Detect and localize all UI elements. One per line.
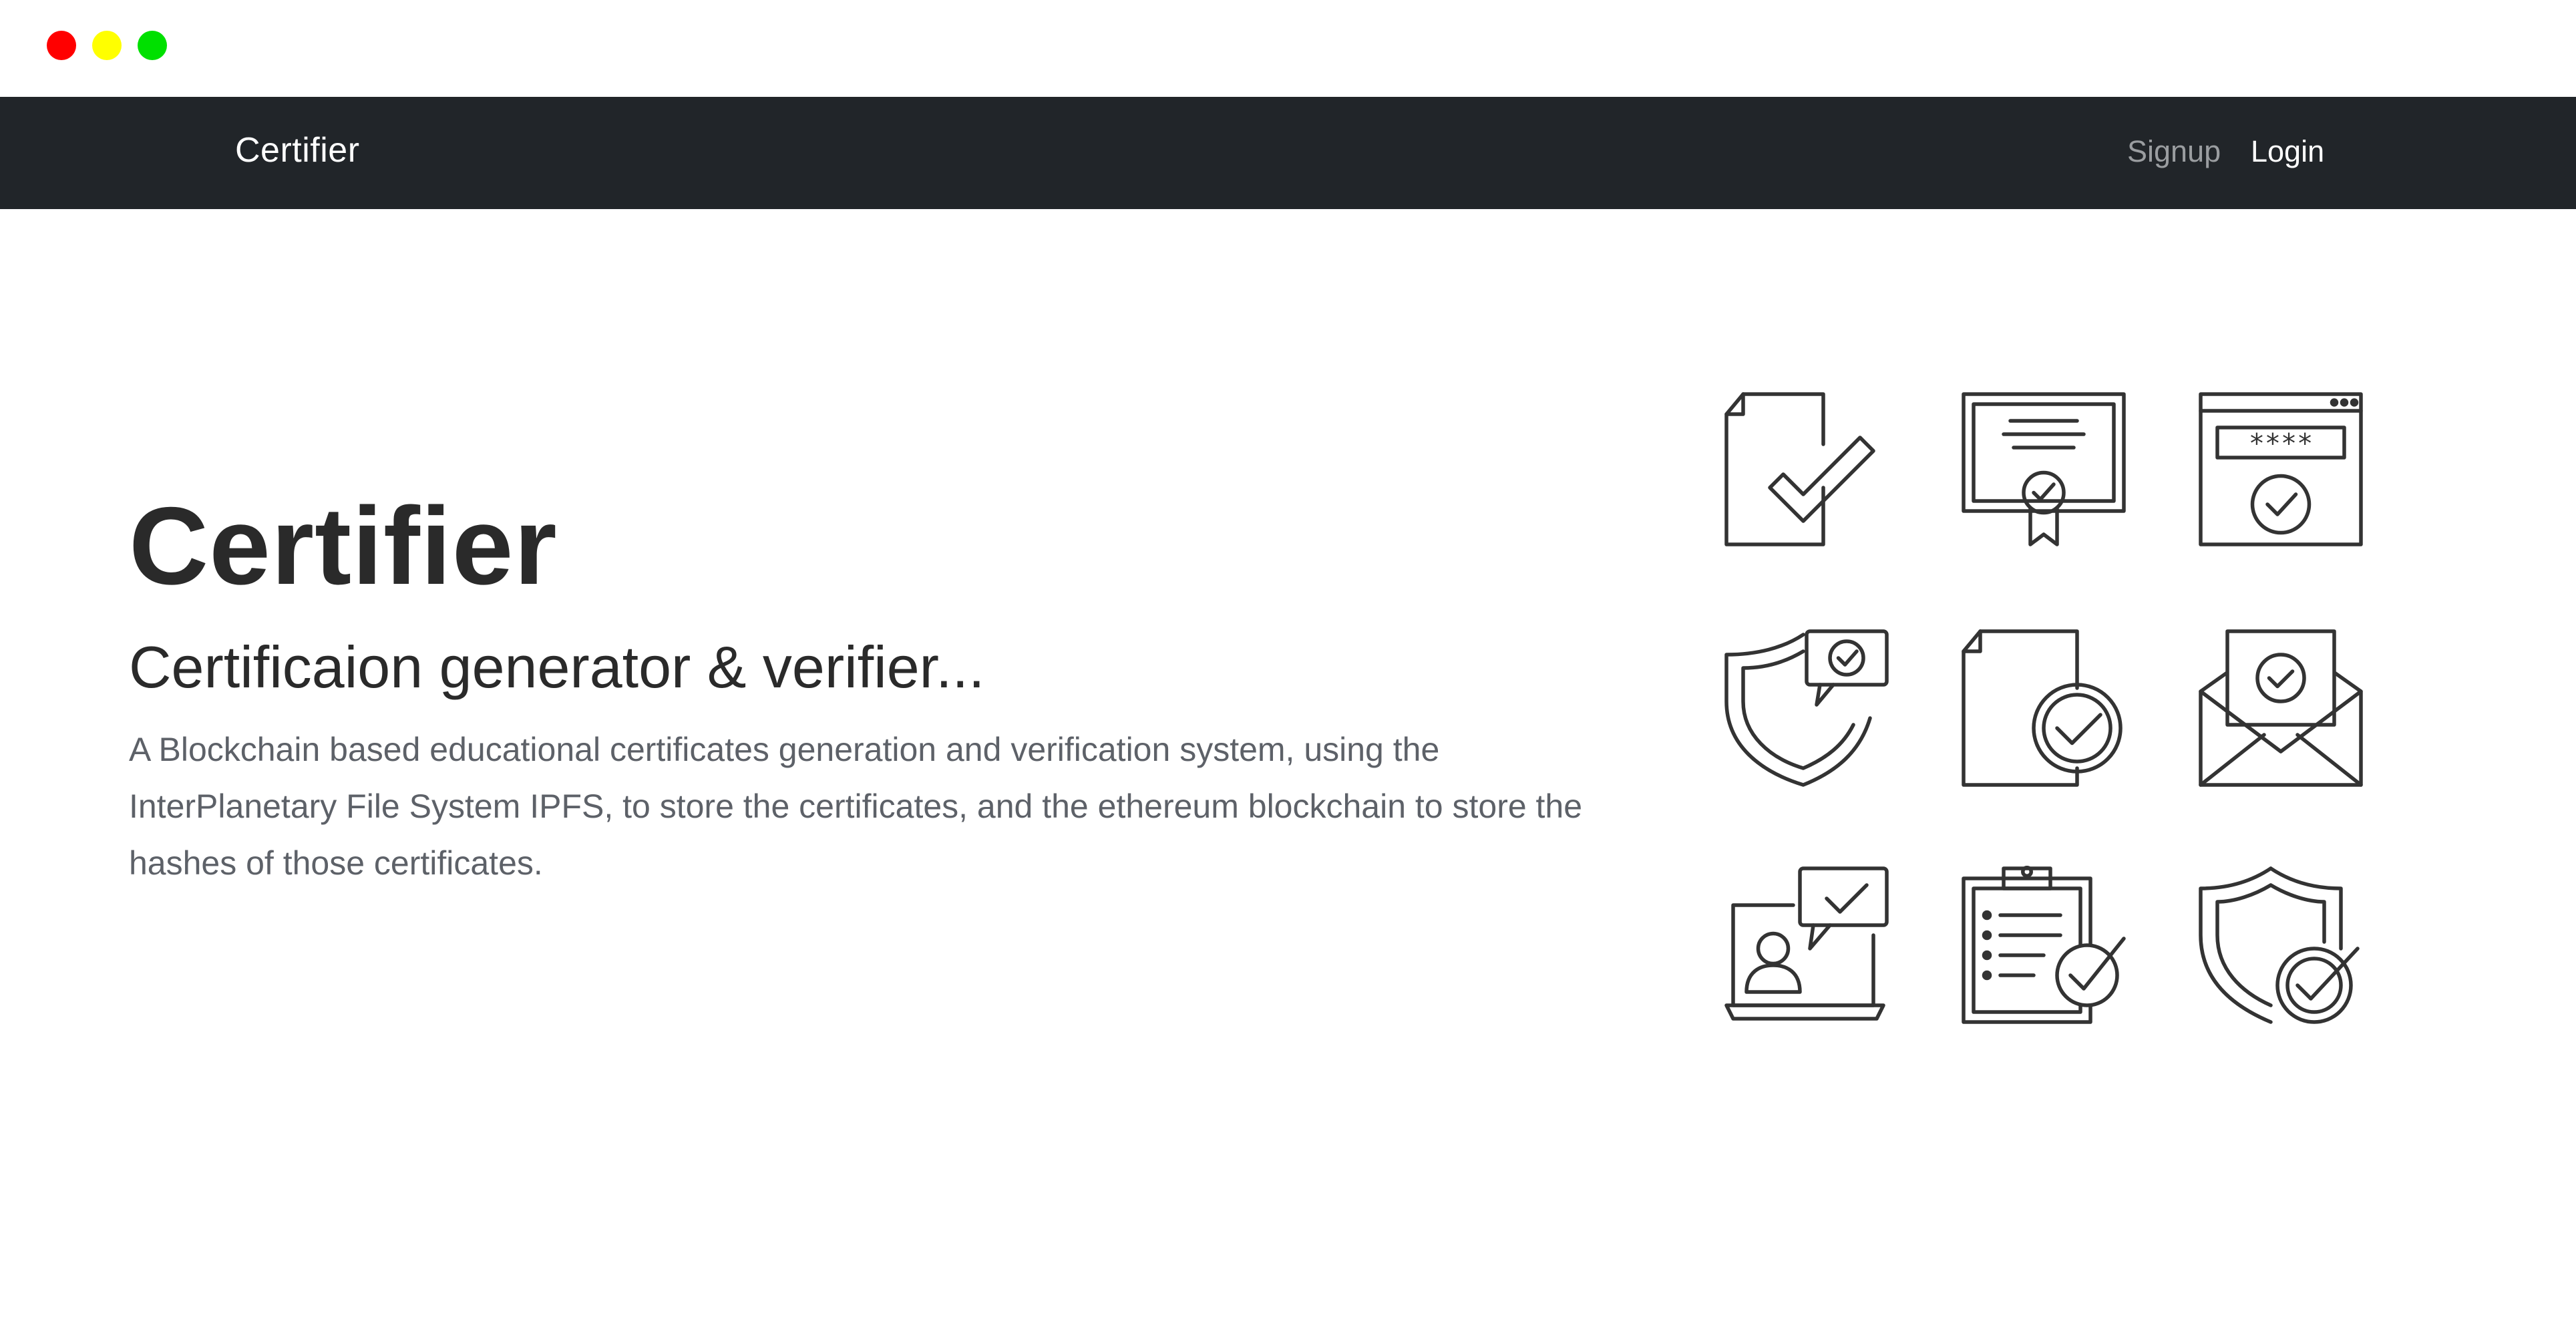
document-circle-check-icon bbox=[1960, 625, 2127, 792]
hero-subtitle: Certificaion generator & verifier... bbox=[129, 634, 985, 700]
certificate-ribbon-icon bbox=[1960, 387, 2127, 554]
hero-description: A Blockchain based educational certifica… bbox=[129, 731, 1583, 882]
clipboard-checklist-icon bbox=[1960, 862, 2127, 1029]
navbar-brand-link[interactable]: Certifier bbox=[235, 130, 360, 170]
maximize-window-button[interactable] bbox=[138, 31, 167, 60]
browser-window: Certifier Signup Login Certifier Certifi… bbox=[0, 0, 2576, 1334]
feature-icon-grid: **** bbox=[1723, 387, 2364, 1029]
top-navbar: Certifier Signup Login bbox=[0, 97, 2576, 209]
laptop-user-check-icon bbox=[1723, 862, 1890, 1029]
window-titlebar bbox=[0, 0, 2576, 97]
document-check-icon bbox=[1723, 387, 1890, 554]
password-browser-check-icon: **** bbox=[2197, 387, 2364, 554]
signup-link[interactable]: Signup bbox=[2127, 134, 2221, 169]
envelope-check-icon bbox=[2197, 625, 2364, 792]
login-link[interactable]: Login bbox=[2251, 134, 2324, 169]
shield-message-check-icon bbox=[1723, 625, 1890, 792]
shield-circle-check-icon bbox=[2197, 862, 2364, 1029]
hero-title: Certifier bbox=[129, 484, 558, 607]
close-window-button[interactable] bbox=[47, 31, 76, 60]
svg-text:****: **** bbox=[2249, 429, 2313, 460]
minimize-window-button[interactable] bbox=[92, 31, 122, 60]
